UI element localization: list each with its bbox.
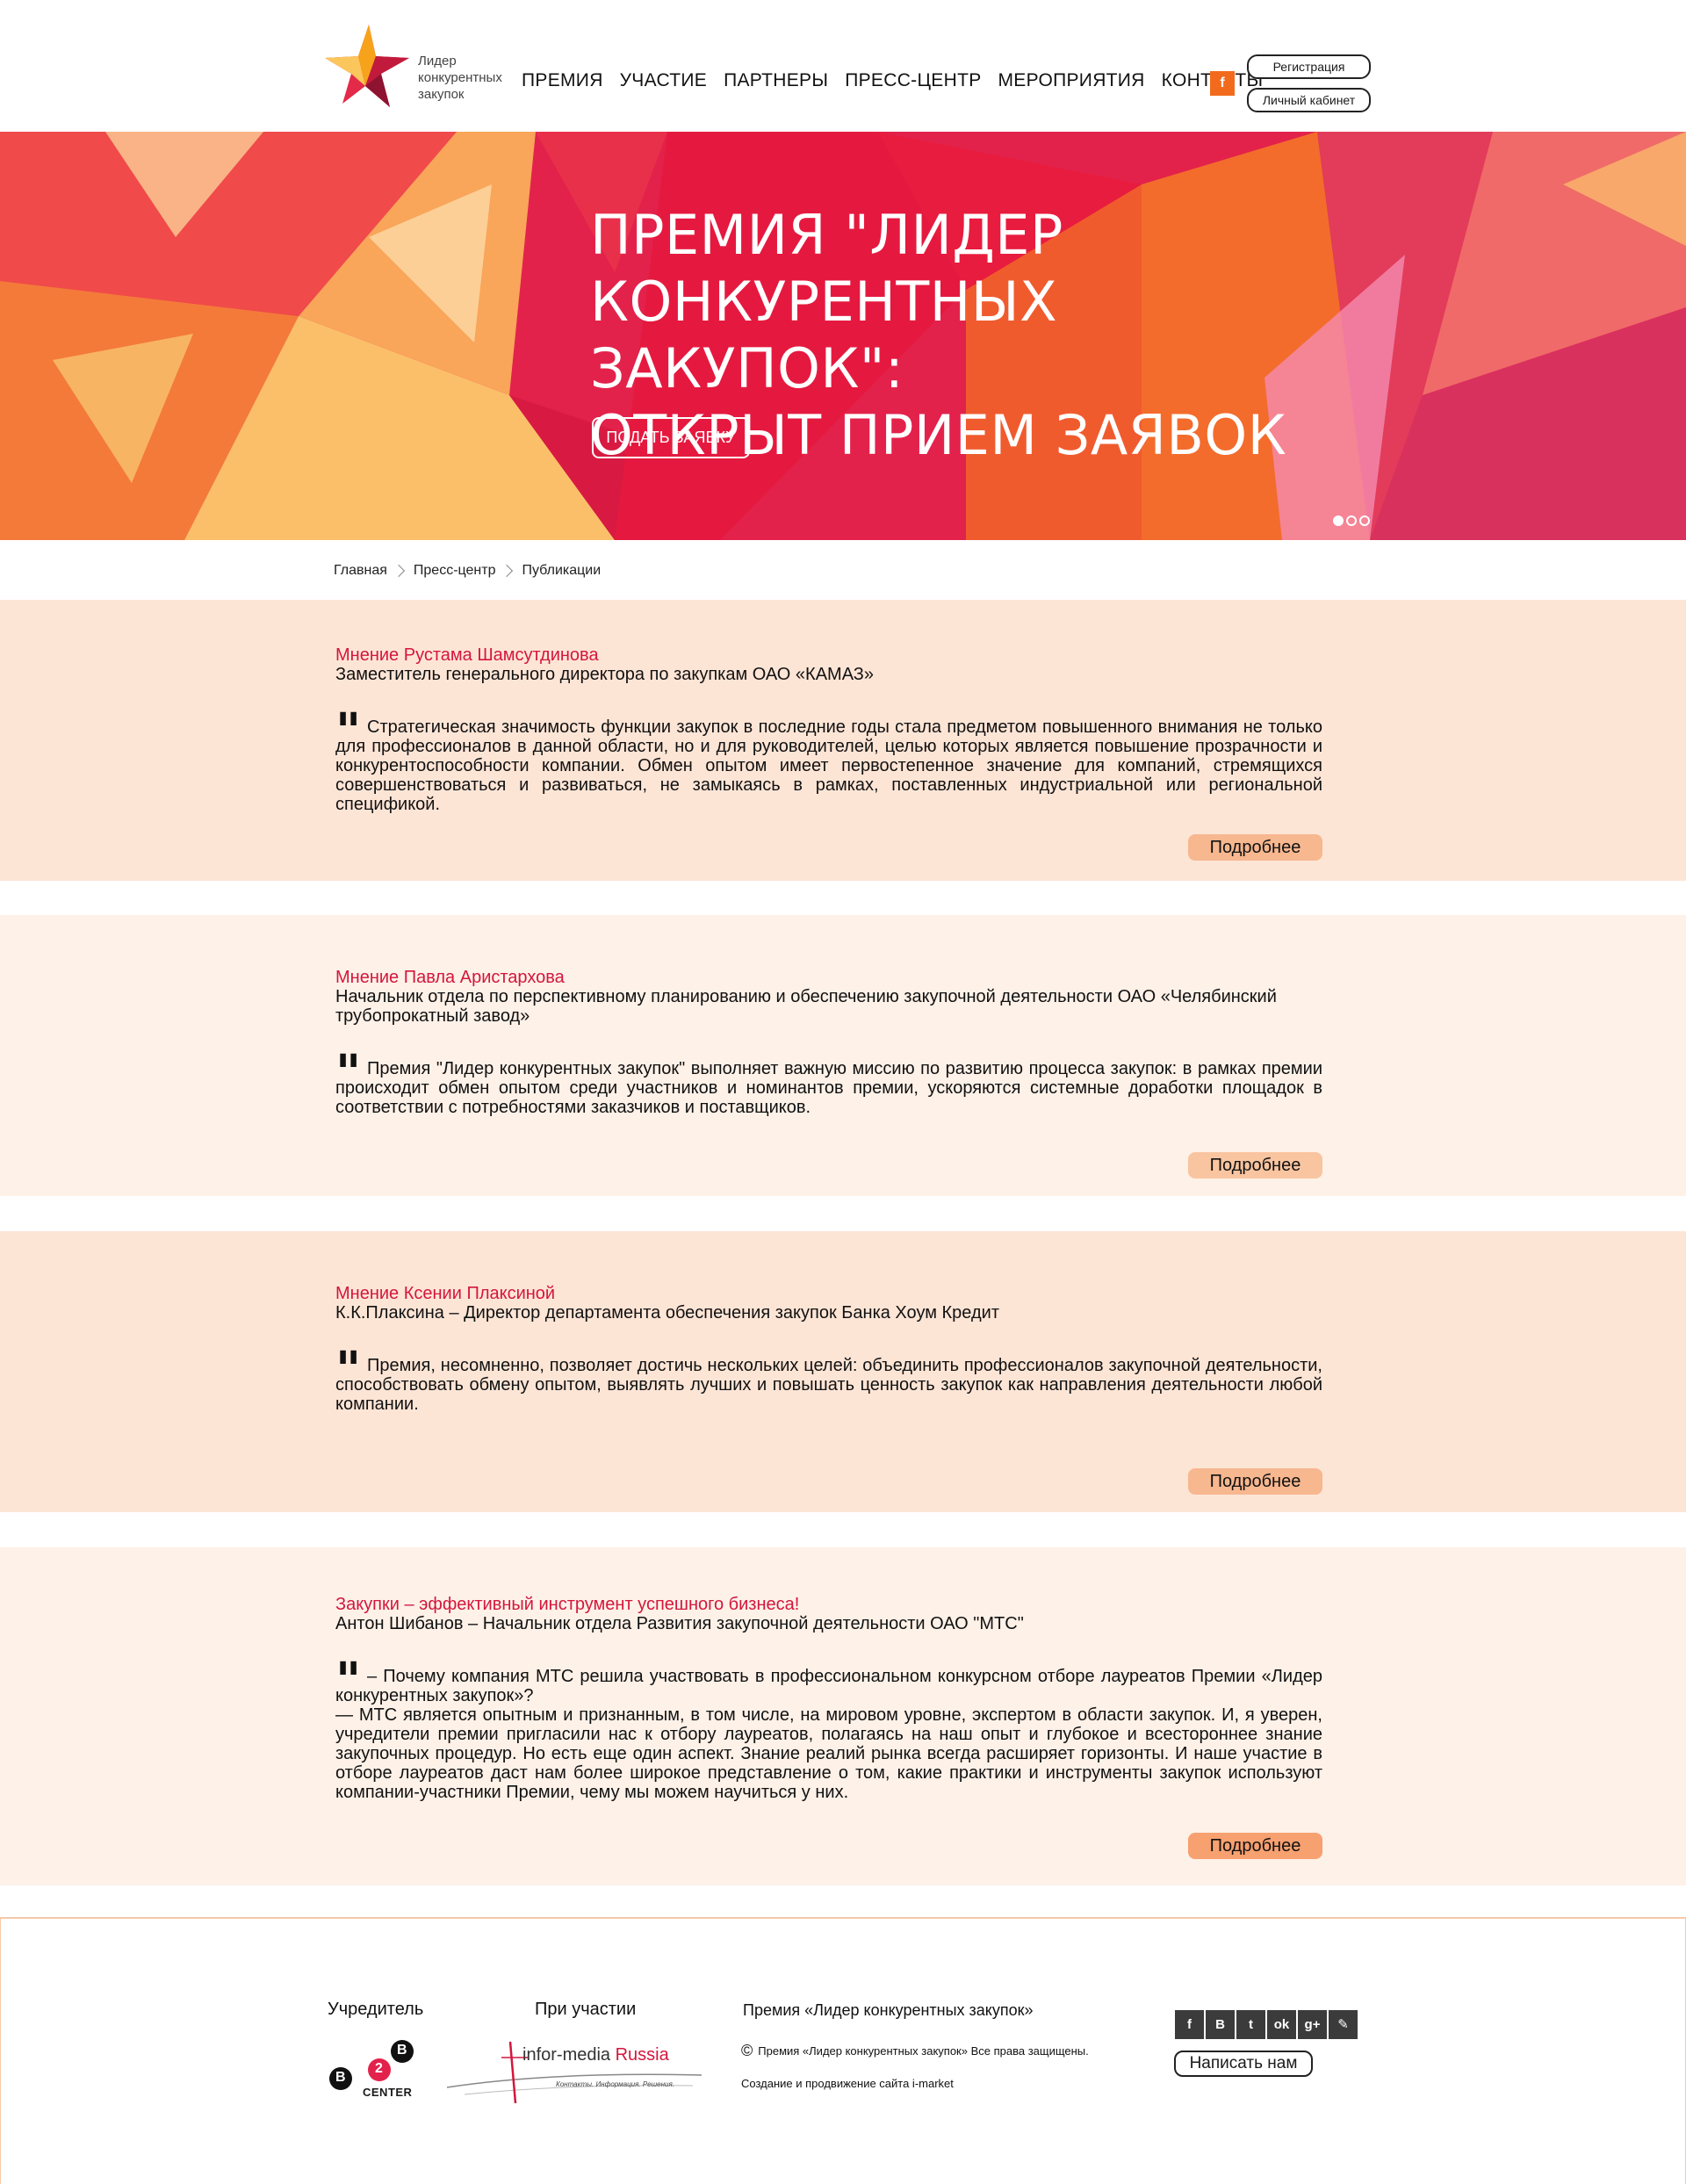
- slider-dots: [1333, 515, 1370, 526]
- google-plus-icon[interactable]: g+: [1298, 2010, 1327, 2039]
- site-footer: Учредитель B 2 B CENTER При участии info…: [0, 1917, 1686, 2184]
- breadcrumb-home[interactable]: Главная: [334, 563, 387, 579]
- infor-media-logo-accent: Russia: [615, 2045, 669, 2065]
- article-subtitle: К.К.Плаксина – Директор департамента обе…: [335, 1303, 999, 1323]
- more-button[interactable]: Подробнее: [1188, 834, 1322, 861]
- article-card: Мнение Павла Аристархова Начальник отдел…: [0, 915, 1686, 1196]
- quote-icon: ": [335, 1044, 362, 1102]
- slider-dot[interactable]: [1346, 515, 1357, 526]
- article-quote: " – Почему компания МТС решила участвова…: [335, 1656, 1322, 1802]
- nav-meropriyatiya[interactable]: МЕРОПРИЯТИЯ: [998, 70, 1145, 91]
- personal-cabinet-button[interactable]: Личный кабинет: [1247, 88, 1371, 112]
- copyright-line: © Премия «Лидер конкурентных закупок» Вс…: [741, 2042, 1089, 2060]
- chevron-right-icon: [501, 564, 514, 578]
- b2b-center-logo[interactable]: B 2 B CENTER: [326, 2038, 422, 2105]
- nav-partnery[interactable]: ПАРТНЕРЫ: [724, 70, 828, 91]
- blog-icon[interactable]: ✎: [1329, 2010, 1358, 2039]
- register-button[interactable]: Регистрация: [1247, 54, 1371, 79]
- write-us-button[interactable]: Написать нам: [1174, 2051, 1313, 2077]
- article-title[interactable]: Закупки – эффективный инструмент успешно…: [335, 1595, 1322, 1614]
- breadcrumb: Главная Пресс-центр Публикации: [334, 563, 601, 579]
- copyright-text: Премия «Лидер конкурентных закупок» Все …: [758, 2044, 1089, 2058]
- b2b-logo-number: 2: [375, 2061, 383, 2076]
- star-logo-icon: [325, 25, 409, 107]
- more-button[interactable]: Подробнее: [1188, 1833, 1322, 1859]
- copyright-icon: ©: [741, 2042, 753, 2059]
- twitter-icon[interactable]: t: [1236, 2010, 1265, 2039]
- chevron-right-icon: [392, 564, 405, 578]
- article-quote-text: — МТС является опытным и признанным, в т…: [335, 1705, 1322, 1802]
- nav-uchastie[interactable]: УЧАСТИЕ: [620, 70, 707, 91]
- infor-media-tagline: Контакты. Информация. Решения.: [556, 2080, 674, 2088]
- founder-label: Учредитель: [328, 2000, 424, 2019]
- vkontakte-icon[interactable]: В: [1206, 2010, 1235, 2039]
- site-header: Лидер конкурентных закупок ПРЕМИЯ УЧАСТИ…: [0, 0, 1686, 132]
- b2b-logo-letter: B: [397, 2043, 407, 2058]
- article-subtitle: Антон Шибанов – Начальник отдела Развити…: [335, 1614, 1024, 1633]
- infor-media-logo-text: infor-media Russia: [522, 2045, 669, 2065]
- logo-text: Лидер конкурентных закупок: [418, 54, 502, 102]
- article-subtitle: Заместитель генерального директора по за…: [335, 665, 875, 684]
- infor-media-logo-main: infor-media: [522, 2045, 611, 2065]
- article-card: Закупки – эффективный инструмент успешно…: [0, 1547, 1686, 1885]
- social-links: f В t ok g+ ✎: [1175, 2010, 1358, 2039]
- article-subtitle: Начальник отдела по перспективному плани…: [335, 987, 1277, 1026]
- more-button[interactable]: Подробнее: [1188, 1468, 1322, 1495]
- hero-banner: ПРЕМИЯ "ЛИДЕР КОНКУРЕНТНЫХ ЗАКУПОК": ОТК…: [0, 132, 1686, 540]
- article-quote-text: Премия, несомненно, позволяет достичь не…: [335, 1356, 1322, 1414]
- quote-icon: ": [335, 1341, 362, 1399]
- breadcrumb-publications: Публикации: [522, 563, 602, 578]
- breadcrumb-press-center[interactable]: Пресс-центр: [414, 563, 496, 579]
- hero-title-line: ПРЕМИЯ "ЛИДЕР: [590, 203, 1063, 267]
- facebook-icon[interactable]: f: [1210, 71, 1235, 96]
- article-quote-text: – Почему компания МТС решила участвовать…: [335, 1667, 1322, 1705]
- odnoklassniki-icon[interactable]: ok: [1267, 2010, 1296, 2039]
- more-button[interactable]: Подробнее: [1188, 1152, 1322, 1178]
- quote-icon: ": [335, 703, 362, 760]
- article-quote-text: Премия "Лидер конкурентных закупок" выпо…: [335, 1059, 1322, 1117]
- article-quote: " Премия "Лидер конкурентных закупок" вы…: [335, 1044, 1322, 1117]
- infor-media-logo[interactable]: infor-media Russia Контакты. Информация.…: [446, 2036, 702, 2107]
- b2b-logo-letter: B: [335, 2070, 346, 2085]
- main-nav: ПРЕМИЯ УЧАСТИЕ ПАРТНЕРЫ ПРЕСС-ЦЕНТР МЕРО…: [522, 70, 1279, 91]
- facebook-icon[interactable]: f: [1175, 2010, 1204, 2039]
- article-card: Мнение Рустама Шамсутдинова Заместитель …: [0, 600, 1686, 881]
- nav-premiya[interactable]: ПРЕМИЯ: [522, 70, 603, 91]
- slider-dot[interactable]: [1333, 515, 1344, 526]
- site-logo[interactable]: Лидер конкурентных закупок: [323, 23, 516, 111]
- quote-icon: ": [335, 1652, 362, 1710]
- article-title[interactable]: Мнение Рустама Шамсутдинова: [335, 645, 1322, 665]
- nav-press-center[interactable]: ПРЕСС-ЦЕНТР: [845, 70, 981, 91]
- submit-application-button[interactable]: ПОДАТЬ ЗАЯВКУ: [592, 417, 750, 458]
- article-title[interactable]: Мнение Ксении Плаксиной: [335, 1284, 1322, 1303]
- article-title[interactable]: Мнение Павла Аристархова: [335, 968, 1322, 987]
- article-quote: " Стратегическая значимость функции заку…: [335, 703, 1322, 814]
- article-quote: " Премия, несомненно, позволяет достичь …: [335, 1345, 1322, 1414]
- article-quote-text: Стратегическая значимость функции закупо…: [335, 717, 1322, 814]
- hero-title-line: КОНКУРЕНТНЫХ ЗАКУПОК":: [590, 270, 1058, 400]
- participation-label: При участии: [535, 2000, 637, 2019]
- article-card: Мнение Ксении Плаксиной К.К.Плаксина – Д…: [0, 1231, 1686, 1512]
- credits-link[interactable]: Создание и продвижение сайта i-market: [741, 2077, 954, 2090]
- b2b-logo-text: CENTER: [363, 2086, 413, 2099]
- slider-dot[interactable]: [1359, 515, 1370, 526]
- prize-label: Премия «Лидер конкурентных закупок»: [743, 2001, 1034, 2019]
